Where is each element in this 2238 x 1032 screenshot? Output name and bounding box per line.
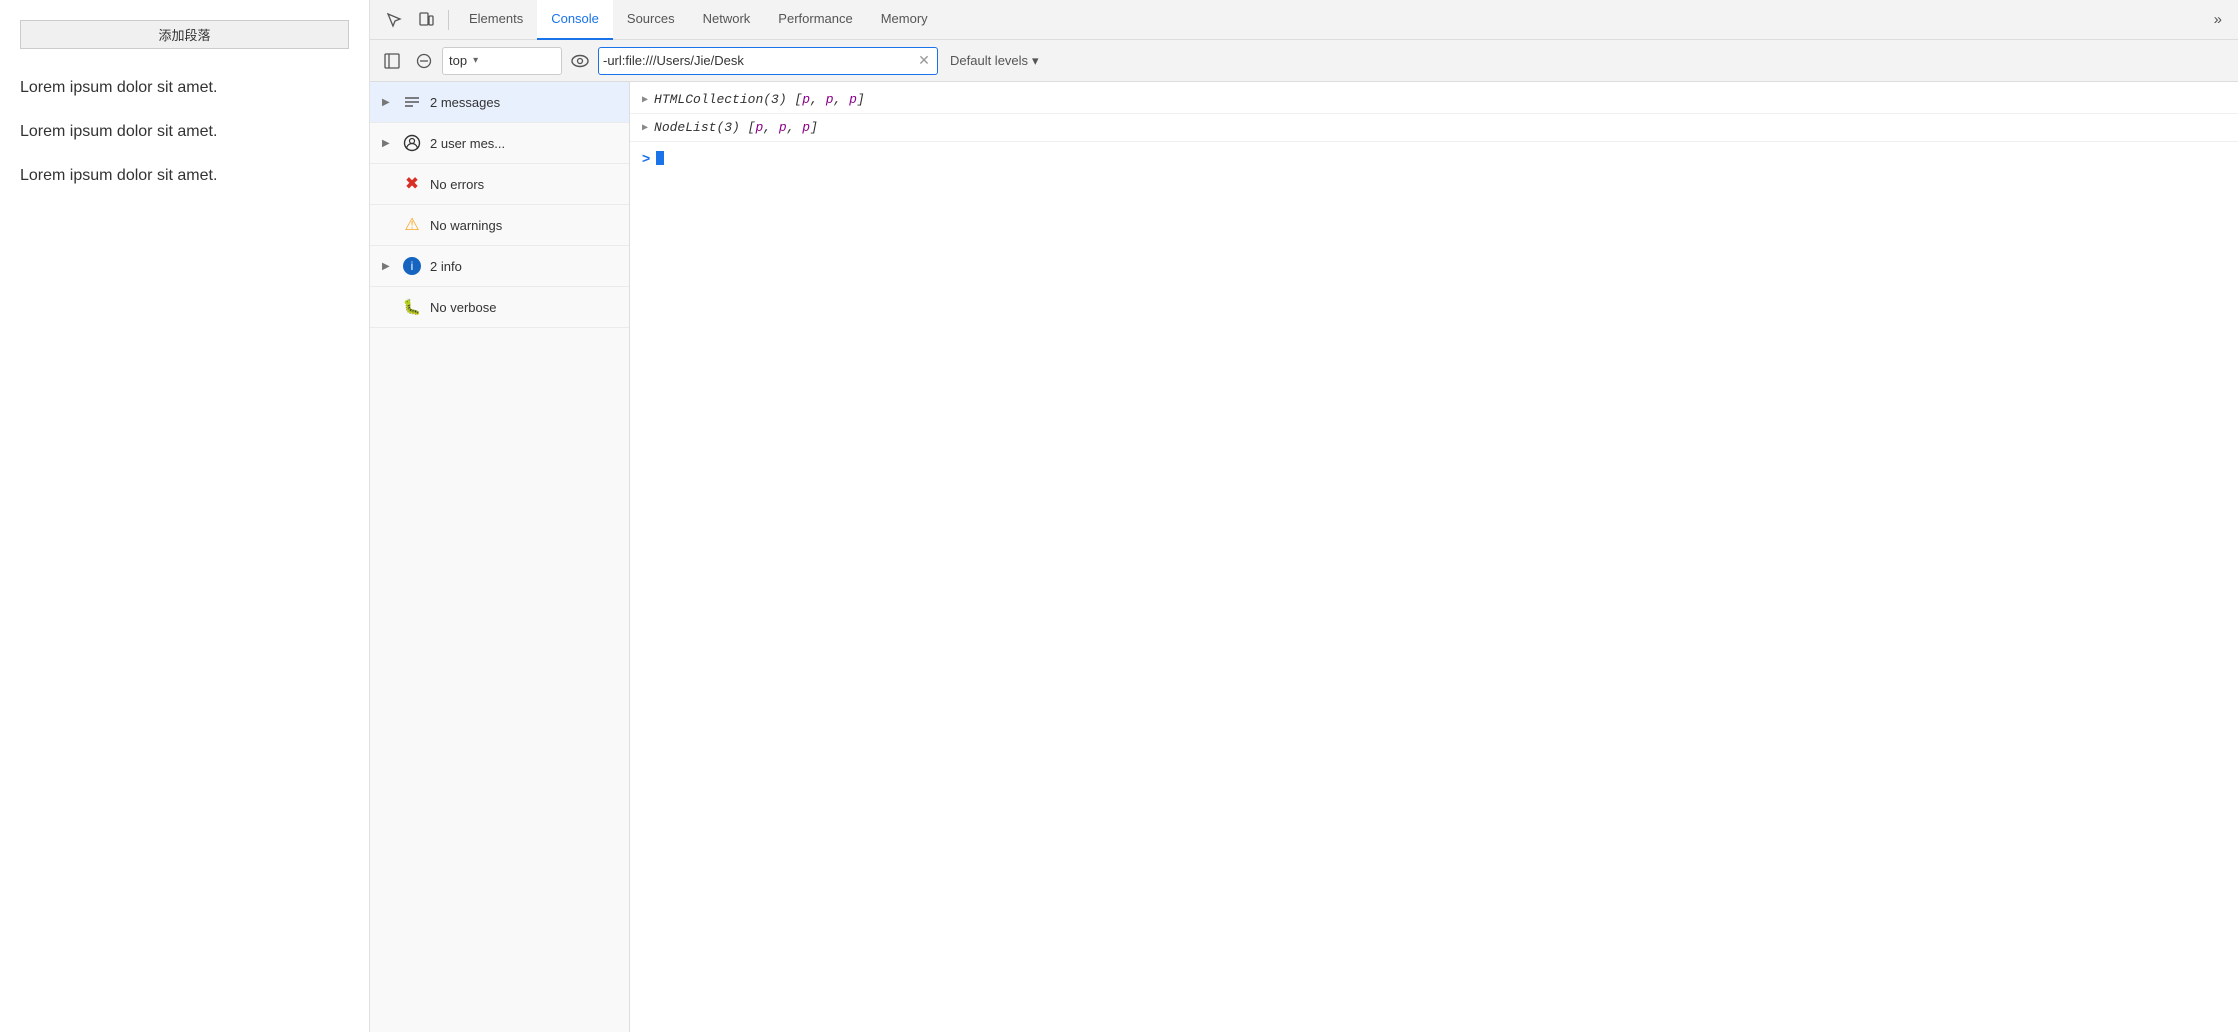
prompt-cursor: [656, 151, 664, 165]
prompt-arrow-icon: >: [642, 150, 650, 166]
filter-clear-button[interactable]: ✕: [915, 52, 933, 70]
page-area: 添加段落 Lorem ipsum dolor sit amet. Lorem i…: [0, 0, 370, 1032]
context-arrow-icon: ▾: [473, 55, 478, 66]
expand-line2-icon[interactable]: ▶: [642, 122, 648, 134]
filter-input[interactable]: [603, 53, 915, 68]
error-icon: ✖: [402, 174, 422, 194]
live-expressions-icon[interactable]: [566, 47, 594, 75]
console-prompt[interactable]: >: [630, 142, 2238, 174]
user-messages-label: 2 user mes...: [430, 136, 505, 151]
more-tabs-button[interactable]: »: [2206, 11, 2230, 28]
paragraph-3: Lorem ipsum dolor sit amet.: [20, 167, 349, 185]
sidebar-item-info[interactable]: ▶ i 2 info: [370, 246, 629, 287]
verbose-icon: 🐛: [402, 297, 422, 317]
console-line2-text: NodeList(3) [p, p, p]: [654, 120, 818, 135]
paragraph-2: Lorem ipsum dolor sit amet.: [20, 123, 349, 141]
info-icon: i: [402, 256, 422, 276]
info-label: 2 info: [430, 259, 462, 274]
sidebar-item-user-messages[interactable]: ▶ 2 user mes...: [370, 123, 629, 164]
tab-performance[interactable]: Performance: [764, 0, 866, 40]
messages-icon: [402, 92, 422, 112]
tab-console[interactable]: Console: [537, 0, 613, 40]
inspect-element-icon[interactable]: [378, 4, 410, 36]
tab-network[interactable]: Network: [689, 0, 765, 40]
paragraph-1: Lorem ipsum dolor sit amet.: [20, 79, 349, 97]
tab-bar: Elements Console Sources Network Perform…: [370, 0, 2238, 40]
sidebar-item-warnings[interactable]: ⚠ No warnings: [370, 205, 629, 246]
default-levels-arrow-icon: ▾: [1032, 53, 1039, 69]
all-messages-label: 2 messages: [430, 95, 500, 110]
expand-arrow-icon: ▶: [382, 138, 394, 149]
expand-arrow-icon: ▶: [382, 261, 394, 272]
clear-console-icon[interactable]: [410, 47, 438, 75]
expand-line1-icon[interactable]: ▶: [642, 94, 648, 106]
tab-memory[interactable]: Memory: [867, 0, 942, 40]
warning-icon: ⚠: [402, 215, 422, 235]
tab-elements[interactable]: Elements: [455, 0, 537, 40]
context-value: top: [449, 53, 467, 68]
default-levels-label: Default levels: [950, 53, 1028, 68]
context-selector[interactable]: top ▾: [442, 47, 562, 75]
console-main: ▶ 2 messages ▶: [370, 82, 2238, 1032]
console-line-2: ▶ NodeList(3) [p, p, p]: [630, 114, 2238, 142]
sidebar-item-all-messages[interactable]: ▶ 2 messages: [370, 82, 629, 123]
device-toolbar-icon[interactable]: [410, 4, 442, 36]
sidebar-item-errors[interactable]: ✖ No errors: [370, 164, 629, 205]
console-line1-text: HTMLCollection(3) [p, p, p]: [654, 92, 865, 107]
sidebar-item-verbose[interactable]: 🐛 No verbose: [370, 287, 629, 328]
warnings-label: No warnings: [430, 218, 502, 233]
default-levels-button[interactable]: Default levels ▾: [942, 47, 1047, 75]
tab-sources[interactable]: Sources: [613, 0, 689, 40]
filter-input-wrap: ✕: [598, 47, 938, 75]
errors-label: No errors: [430, 177, 484, 192]
verbose-label: No verbose: [430, 300, 496, 315]
console-sidebar: ▶ 2 messages ▶: [370, 82, 630, 1032]
console-line-1: ▶ HTMLCollection(3) [p, p, p]: [630, 86, 2238, 114]
add-paragraph-button[interactable]: 添加段落: [20, 20, 349, 49]
console-toolbar: top ▾ ✕ Default levels ▾: [370, 40, 2238, 82]
expand-arrow-icon: ▶: [382, 97, 394, 108]
devtools-panel: Elements Console Sources Network Perform…: [370, 0, 2238, 1032]
user-icon: [402, 133, 422, 153]
console-output: ▶ HTMLCollection(3) [p, p, p] ▶ NodeList…: [630, 82, 2238, 1032]
show-console-sidebar-icon[interactable]: [378, 47, 406, 75]
tab-divider: [448, 10, 449, 30]
